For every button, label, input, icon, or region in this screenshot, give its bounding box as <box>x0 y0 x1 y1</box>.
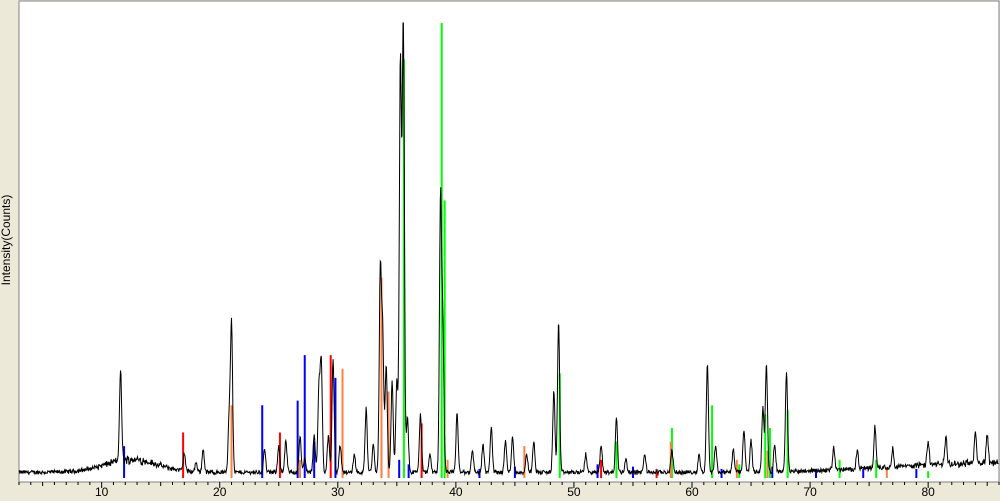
x-tick-label: 70 <box>803 485 817 499</box>
x-tick-label: 50 <box>567 485 581 499</box>
x-tick-label: 40 <box>449 485 463 499</box>
y-axis-label: Intensity(Counts) <box>0 195 13 286</box>
x-tick-label: 30 <box>331 485 345 499</box>
x-tick-label: 10 <box>95 485 109 499</box>
x-tick-label: 60 <box>685 485 699 499</box>
x-tick-label: 20 <box>213 485 227 499</box>
x-axis: 10 20 30 40 50 60 70 80 <box>18 482 1000 499</box>
diffraction-chart: 10 20 30 40 50 60 70 80 Intensity(Counts) <box>0 0 1000 499</box>
pattern-window: 10 20 30 40 50 60 70 80 Intensity(Counts) <box>0 0 1000 501</box>
x-tick-label: 80 <box>921 485 935 499</box>
plot-area[interactable] <box>18 0 1000 483</box>
